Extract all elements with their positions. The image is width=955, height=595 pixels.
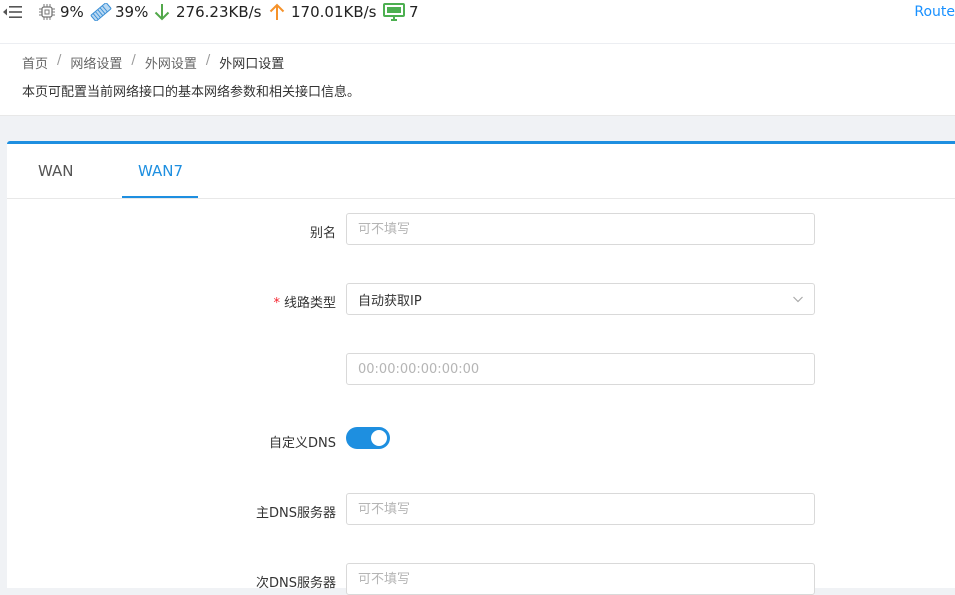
arrow-up-icon bbox=[269, 3, 285, 20]
custom-dns-label: 自定义DNS bbox=[269, 436, 336, 451]
breadcrumb: 首页 / 网络设置 / 外网设置 / 外网口设置 bbox=[22, 53, 284, 72]
memory-value: 39% bbox=[115, 3, 149, 21]
tab-wan[interactable]: WAN bbox=[38, 162, 74, 180]
status-bar: 9% 39% 276.23KB/s 170.01KB/s 7 Route bbox=[0, 0, 955, 44]
route-link[interactable]: Route bbox=[914, 4, 955, 20]
line-type-value: 自动获取IP bbox=[358, 293, 422, 309]
wan-tabs: WAN WAN7 bbox=[7, 144, 955, 199]
page-description: 本页可配置当前网络接口的基本网络参数和相关接口信息。 bbox=[22, 85, 361, 100]
breadcrumb-network-settings[interactable]: 网络设置 bbox=[70, 53, 122, 72]
breadcrumb-separator: / bbox=[57, 53, 62, 68]
download-speed: 276.23KB/s bbox=[152, 0, 261, 24]
chevron-down-icon bbox=[793, 296, 803, 303]
line-type-label: * 线路类型 bbox=[136, 292, 336, 311]
cpu-usage: 9% bbox=[38, 0, 84, 24]
arrow-down-icon bbox=[154, 4, 170, 21]
breadcrumb-home[interactable]: 首页 bbox=[22, 53, 48, 72]
breadcrumb-separator: / bbox=[131, 53, 136, 68]
memory-usage: 39% bbox=[90, 0, 148, 24]
upload-value: 170.01KB/s bbox=[291, 3, 377, 21]
secondary-dns-label: 次DNS服务器 bbox=[256, 576, 336, 591]
wan-config-card: WAN WAN7 别名 *线路类型 自动获取IP 自定义DNS 主DNS服务器 … bbox=[7, 141, 955, 595]
custom-dns-toggle[interactable] bbox=[346, 427, 390, 449]
required-mark: * bbox=[273, 296, 280, 311]
device-value: 7 bbox=[409, 3, 419, 21]
breadcrumb-separator: / bbox=[205, 53, 211, 68]
toggle-knob bbox=[371, 430, 387, 446]
line-type-select[interactable]: 自动获取IP bbox=[346, 283, 815, 315]
breadcrumb-wan-settings[interactable]: 外网设置 bbox=[145, 53, 197, 72]
menu-fold-icon[interactable] bbox=[2, 4, 22, 20]
line-type-label-text: 线路类型 bbox=[283, 296, 336, 311]
monitor-icon bbox=[383, 3, 405, 21]
page-header: 首页 / 网络设置 / 外网设置 / 外网口设置 本页可配置当前网络接口的基本网… bbox=[0, 44, 955, 116]
active-tab-indicator bbox=[122, 196, 198, 198]
primary-dns-input[interactable] bbox=[346, 493, 815, 525]
alias-input[interactable] bbox=[346, 213, 815, 245]
mac-address-input[interactable] bbox=[346, 353, 815, 385]
alias-label: 别名 bbox=[309, 226, 336, 241]
memory-icon bbox=[90, 3, 112, 21]
primary-dns-label: 主DNS服务器 bbox=[256, 506, 336, 521]
upload-speed: 170.01KB/s bbox=[267, 0, 376, 24]
cpu-icon bbox=[39, 4, 55, 20]
breadcrumb-current: 外网口设置 bbox=[219, 57, 285, 72]
download-value: 276.23KB/s bbox=[176, 3, 262, 21]
secondary-dns-input[interactable] bbox=[346, 563, 815, 595]
device-count: 7 bbox=[383, 0, 419, 24]
cpu-value: 9% bbox=[60, 3, 84, 21]
tab-wan7[interactable]: WAN7 bbox=[138, 162, 183, 180]
